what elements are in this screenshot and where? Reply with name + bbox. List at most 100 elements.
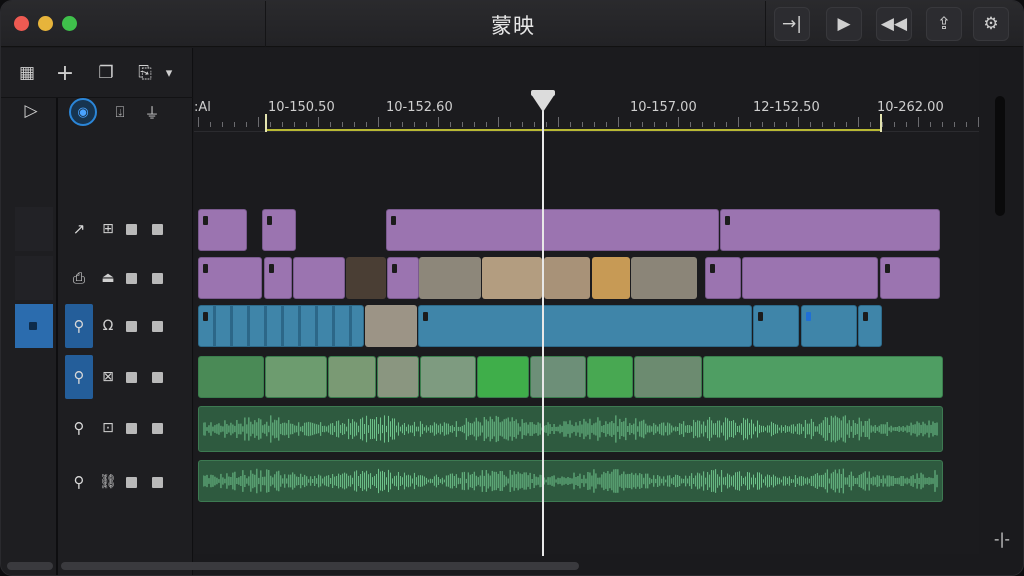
video-clip[interactable]	[477, 356, 529, 398]
video-clip[interactable]	[198, 305, 364, 347]
video-thumbnail-clip[interactable]	[265, 356, 327, 398]
playhead-handle[interactable]	[531, 94, 555, 112]
track-type-icon[interactable]: ⎙	[65, 256, 93, 300]
work-area-bar[interactable]	[266, 129, 881, 131]
track-option-icon[interactable]: ⊞	[97, 218, 119, 240]
video-clip[interactable]	[801, 305, 857, 347]
video-thumbnail-clip[interactable]	[346, 257, 386, 299]
ruler-tick	[966, 122, 967, 127]
track-type-icon[interactable]: ⚲	[65, 355, 93, 399]
video-clip[interactable]	[198, 257, 262, 299]
track-select[interactable]	[15, 207, 53, 251]
video-clip[interactable]	[703, 356, 943, 398]
copy-icon[interactable]: ❐	[95, 62, 117, 84]
timeline[interactable]: :Al 10-150.50 10-152.60 10-157.00 12-152…	[194, 48, 979, 556]
work-area-start[interactable]	[265, 114, 267, 132]
vertical-scrollbar[interactable]	[995, 96, 1005, 216]
preview-play-icon[interactable]: ▷	[20, 100, 42, 122]
track-option-icon[interactable]: ⊡	[97, 417, 119, 439]
lock-toggle[interactable]	[126, 423, 137, 434]
lock-toggle[interactable]	[126, 224, 137, 235]
video-clip[interactable]	[264, 257, 292, 299]
video-clip[interactable]	[705, 257, 741, 299]
lock-toggle[interactable]	[126, 372, 137, 383]
split-button[interactable]: →|	[774, 7, 810, 41]
video-clip[interactable]	[720, 209, 940, 251]
video-clip[interactable]	[742, 257, 878, 299]
video-clip[interactable]	[587, 356, 633, 398]
video-thumbnail-clip[interactable]	[482, 257, 542, 299]
mute-toggle[interactable]	[152, 477, 163, 488]
horizontal-scrollbar[interactable]	[61, 562, 579, 570]
track-option-icon[interactable]: ⏏	[97, 267, 119, 289]
rewind-button[interactable]: ◀◀	[876, 7, 912, 41]
export-icon: ⇪	[936, 14, 952, 34]
track-select[interactable]	[15, 355, 53, 399]
video-thumbnail-clip[interactable]	[328, 356, 376, 398]
mute-toggle[interactable]	[152, 224, 163, 235]
video-thumbnail-clip[interactable]	[377, 356, 419, 398]
track-type-icon[interactable]: ⚲	[65, 406, 93, 450]
zoom-fit-icon[interactable]: -|-	[991, 529, 1013, 549]
settings-button[interactable]: ⚙	[973, 7, 1009, 41]
export-button[interactable]: ⇪	[926, 7, 962, 41]
video-clip[interactable]	[880, 257, 940, 299]
ruler-tick	[558, 117, 559, 127]
mute-toggle[interactable]	[152, 423, 163, 434]
video-thumbnail-clip[interactable]	[530, 356, 586, 398]
video-thumbnail-clip[interactable]	[419, 257, 481, 299]
editing-toolbar: ▦ + ❐ ⎘ ▾	[1, 48, 193, 98]
audio-clip[interactable]	[198, 406, 943, 452]
video-thumbnail-clip[interactable]	[634, 356, 702, 398]
video-thumbnail-clip[interactable]	[544, 257, 590, 299]
track-type-icon[interactable]: ⚲	[65, 460, 93, 504]
time-ruler[interactable]: :Al 10-150.50 10-152.60 10-157.00 12-152…	[194, 96, 979, 132]
track-option-icon[interactable]: Ω	[97, 315, 119, 337]
grid-icon[interactable]: ▦	[16, 62, 38, 84]
track-select[interactable]	[15, 256, 53, 300]
export-file-icon[interactable]: ⎘	[134, 62, 156, 84]
video-thumbnail-clip[interactable]	[365, 305, 417, 347]
video-clip[interactable]	[753, 305, 799, 347]
mute-toggle[interactable]	[152, 321, 163, 332]
clip-marker	[391, 216, 396, 225]
video-clip[interactable]	[858, 305, 882, 347]
mute-toggle[interactable]	[152, 273, 163, 284]
clip-marker	[758, 312, 763, 321]
video-thumbnail-clip[interactable]	[198, 356, 264, 398]
visibility-toggle[interactable]: ◉	[69, 98, 97, 126]
audio-clip[interactable]	[198, 460, 943, 502]
marker-icon[interactable]: ⍗	[109, 101, 131, 123]
ruler-label: 10-152.60	[386, 100, 453, 115]
track-select-active[interactable]	[15, 304, 53, 348]
link-icon[interactable]: ⛓	[97, 471, 119, 493]
mute-toggle[interactable]	[152, 372, 163, 383]
lock-toggle[interactable]	[126, 321, 137, 332]
panel-scrollbar[interactable]	[7, 562, 53, 570]
video-clip[interactable]	[262, 209, 296, 251]
work-area-end[interactable]	[880, 114, 882, 132]
signal-icon[interactable]: ⏚	[141, 101, 163, 123]
play-button[interactable]: ▶	[826, 7, 862, 41]
video-clip[interactable]	[198, 209, 247, 251]
track-type-icon[interactable]: ↗	[65, 207, 93, 251]
ruler-tick	[414, 122, 415, 127]
lock-toggle[interactable]	[126, 273, 137, 284]
video-clip[interactable]	[293, 257, 345, 299]
video-thumbnail-clip[interactable]	[592, 257, 630, 299]
lock-toggle[interactable]	[126, 477, 137, 488]
video-clip[interactable]	[418, 305, 752, 347]
track-option-icon[interactable]: ⊠	[97, 366, 119, 388]
ruler-tick	[654, 122, 655, 127]
add-icon[interactable]: +	[54, 61, 76, 86]
video-clip[interactable]	[386, 209, 719, 251]
track-select[interactable]	[15, 460, 53, 504]
ruler-tick	[462, 122, 463, 127]
video-thumbnail-clip[interactable]	[631, 257, 697, 299]
video-clip[interactable]	[387, 257, 419, 299]
track-type-icon[interactable]: ⚲	[65, 304, 93, 348]
chevron-down-icon[interactable]: ▾	[158, 62, 180, 84]
video-thumbnail-clip[interactable]	[420, 356, 476, 398]
track-select[interactable]	[15, 406, 53, 450]
playhead-line[interactable]	[542, 100, 544, 556]
